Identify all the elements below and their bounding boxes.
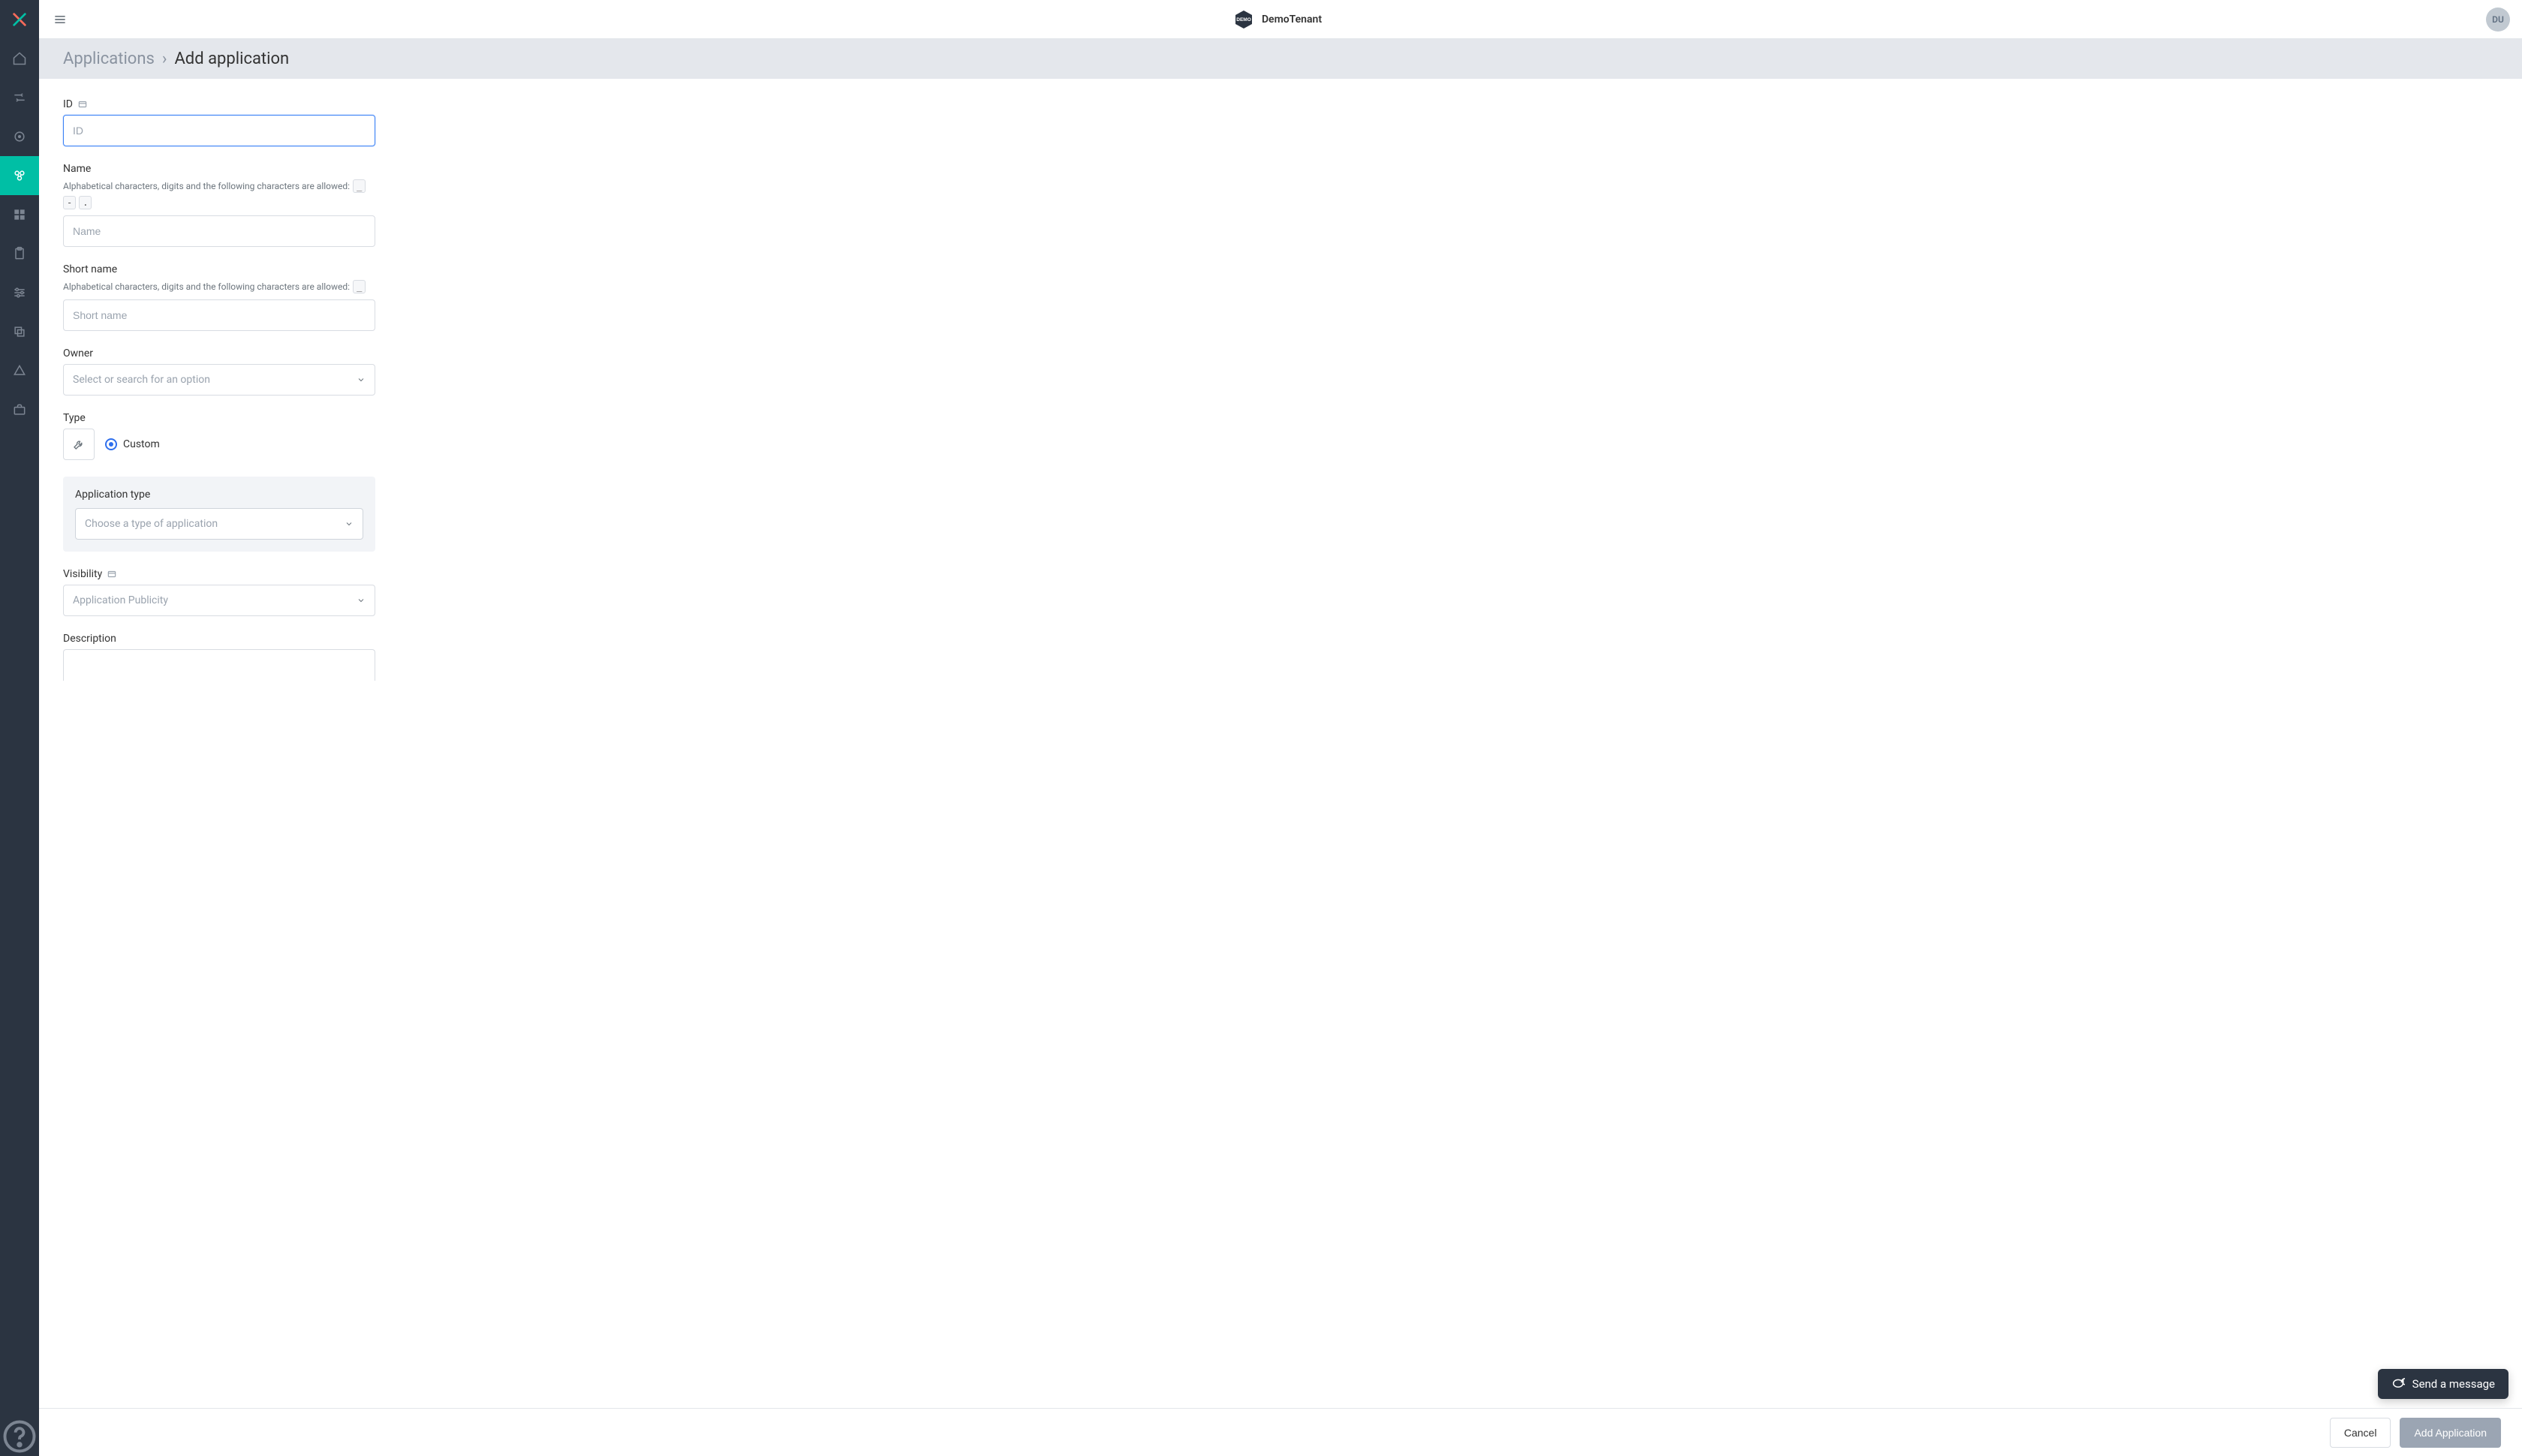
form-column: ID Name Alphabetical characters, digits … bbox=[63, 98, 375, 681]
id-input[interactable] bbox=[63, 115, 375, 146]
label-id: ID bbox=[63, 98, 375, 110]
tenant-name: DemoTenant bbox=[1262, 14, 1322, 26]
logo-icon bbox=[11, 11, 28, 28]
breadcrumb: Applications › Add application bbox=[39, 39, 2522, 79]
hint-short-name: Alphabetical characters, digits and the … bbox=[63, 280, 375, 293]
target-icon bbox=[12, 129, 27, 144]
field-owner: Owner Select or search for an option bbox=[63, 347, 375, 396]
field-visibility: Visibility Application Publicity bbox=[63, 568, 375, 616]
nav-dashboard[interactable] bbox=[0, 195, 39, 234]
briefcase-icon bbox=[12, 402, 27, 417]
breadcrumb-current: Add application bbox=[174, 50, 289, 68]
add-application-button[interactable]: Add Application bbox=[2400, 1418, 2501, 1448]
nav-settings[interactable] bbox=[0, 273, 39, 312]
hint-short-name-text: Alphabetical characters, digits and the … bbox=[63, 281, 350, 292]
description-input[interactable] bbox=[63, 649, 375, 681]
chat-label: Send a message bbox=[2412, 1377, 2495, 1391]
help-icon bbox=[0, 1417, 39, 1456]
tenant-hexagon-icon: DEMO bbox=[1233, 9, 1254, 30]
allowed-char: - bbox=[63, 196, 76, 209]
owner-placeholder: Select or search for an option bbox=[73, 374, 210, 386]
svg-text:DEMO: DEMO bbox=[1236, 17, 1251, 23]
topbar: DEMO DemoTenant DU bbox=[39, 0, 2522, 39]
clipboard-icon bbox=[12, 246, 27, 261]
field-application-type: Application type Choose a type of applic… bbox=[63, 477, 375, 552]
allowed-char: _ bbox=[353, 280, 366, 293]
label-visibility-text: Visibility bbox=[63, 568, 102, 580]
field-id: ID bbox=[63, 98, 375, 146]
nav-deploy[interactable] bbox=[0, 351, 39, 390]
label-type: Type bbox=[63, 412, 375, 424]
flows-icon bbox=[12, 90, 27, 105]
visibility-placeholder: Application Publicity bbox=[73, 594, 168, 606]
chevron-down-icon bbox=[345, 519, 354, 528]
allowed-char: . bbox=[79, 196, 92, 209]
applications-icon bbox=[12, 168, 27, 183]
nav-flows[interactable] bbox=[0, 78, 39, 117]
chevron-down-icon bbox=[357, 375, 366, 384]
label-visibility: Visibility bbox=[63, 568, 375, 580]
breadcrumb-separator: › bbox=[162, 50, 167, 68]
info-card-icon bbox=[107, 569, 117, 579]
label-id-text: ID bbox=[63, 98, 73, 110]
form-scroll[interactable]: ID Name Alphabetical characters, digits … bbox=[39, 79, 2522, 1456]
avatar-initials: DU bbox=[2492, 14, 2504, 25]
tenant-badge: DEMO bbox=[1233, 9, 1254, 30]
triangle-icon bbox=[12, 363, 27, 378]
brand-logo[interactable] bbox=[0, 0, 39, 39]
type-row: Custom bbox=[63, 429, 375, 460]
wrench-icon bbox=[72, 438, 86, 451]
label-name: Name bbox=[63, 163, 375, 175]
name-input[interactable] bbox=[63, 215, 375, 247]
nav-rail bbox=[0, 0, 39, 1456]
app-root: DEMO DemoTenant DU Applications › Add ap… bbox=[0, 0, 2522, 1456]
nav-home[interactable] bbox=[0, 39, 39, 78]
label-application-type: Application type bbox=[75, 489, 363, 501]
breadcrumb-root[interactable]: Applications bbox=[63, 50, 155, 68]
nav-clipboard[interactable] bbox=[0, 234, 39, 273]
short-name-input[interactable] bbox=[63, 299, 375, 331]
field-short-name: Short name Alphabetical characters, digi… bbox=[63, 263, 375, 331]
main-column: DEMO DemoTenant DU Applications › Add ap… bbox=[39, 0, 2522, 1456]
tenant-display: DEMO DemoTenant bbox=[69, 9, 2486, 30]
type-option-label: Custom bbox=[123, 438, 160, 450]
chat-widget[interactable]: Send a message bbox=[2378, 1369, 2508, 1399]
label-short-name: Short name bbox=[63, 263, 375, 275]
hint-name: Alphabetical characters, digits and the … bbox=[63, 179, 375, 209]
allowed-char: _ bbox=[353, 179, 366, 193]
hint-name-text: Alphabetical characters, digits and the … bbox=[63, 181, 350, 191]
radio-dot-icon bbox=[105, 438, 117, 450]
field-name: Name Alphabetical characters, digits and… bbox=[63, 163, 375, 247]
application-type-select[interactable]: Choose a type of application bbox=[75, 508, 363, 540]
nav-target[interactable] bbox=[0, 117, 39, 156]
nav-applications[interactable] bbox=[0, 156, 39, 195]
hamburger-button[interactable] bbox=[51, 11, 69, 29]
chevron-down-icon bbox=[357, 596, 366, 605]
home-icon bbox=[12, 51, 27, 66]
nav-help[interactable] bbox=[0, 1417, 39, 1456]
cancel-button[interactable]: Cancel bbox=[2330, 1418, 2391, 1448]
type-radio-custom[interactable]: Custom bbox=[105, 438, 160, 450]
grid-icon bbox=[12, 207, 27, 222]
owner-select[interactable]: Select or search for an option bbox=[63, 364, 375, 396]
field-description: Description bbox=[63, 633, 375, 681]
visibility-select[interactable]: Application Publicity bbox=[63, 585, 375, 616]
user-avatar[interactable]: DU bbox=[2486, 8, 2510, 32]
copy-icon bbox=[12, 324, 27, 339]
hamburger-icon bbox=[53, 12, 68, 27]
submit-label: Add Application bbox=[2414, 1427, 2487, 1439]
application-type-placeholder: Choose a type of application bbox=[85, 518, 218, 530]
nav-briefcase[interactable] bbox=[0, 390, 39, 429]
field-type: Type Custom bbox=[63, 412, 375, 460]
sliders-icon bbox=[12, 285, 27, 300]
cancel-label: Cancel bbox=[2344, 1427, 2377, 1439]
label-owner: Owner bbox=[63, 347, 375, 359]
nav-copy[interactable] bbox=[0, 312, 39, 351]
type-icon-box bbox=[63, 429, 95, 460]
info-card-icon bbox=[77, 99, 88, 110]
label-description: Description bbox=[63, 633, 375, 645]
footer-actions: Cancel Add Application bbox=[39, 1408, 2522, 1456]
chat-icon bbox=[2391, 1377, 2405, 1391]
